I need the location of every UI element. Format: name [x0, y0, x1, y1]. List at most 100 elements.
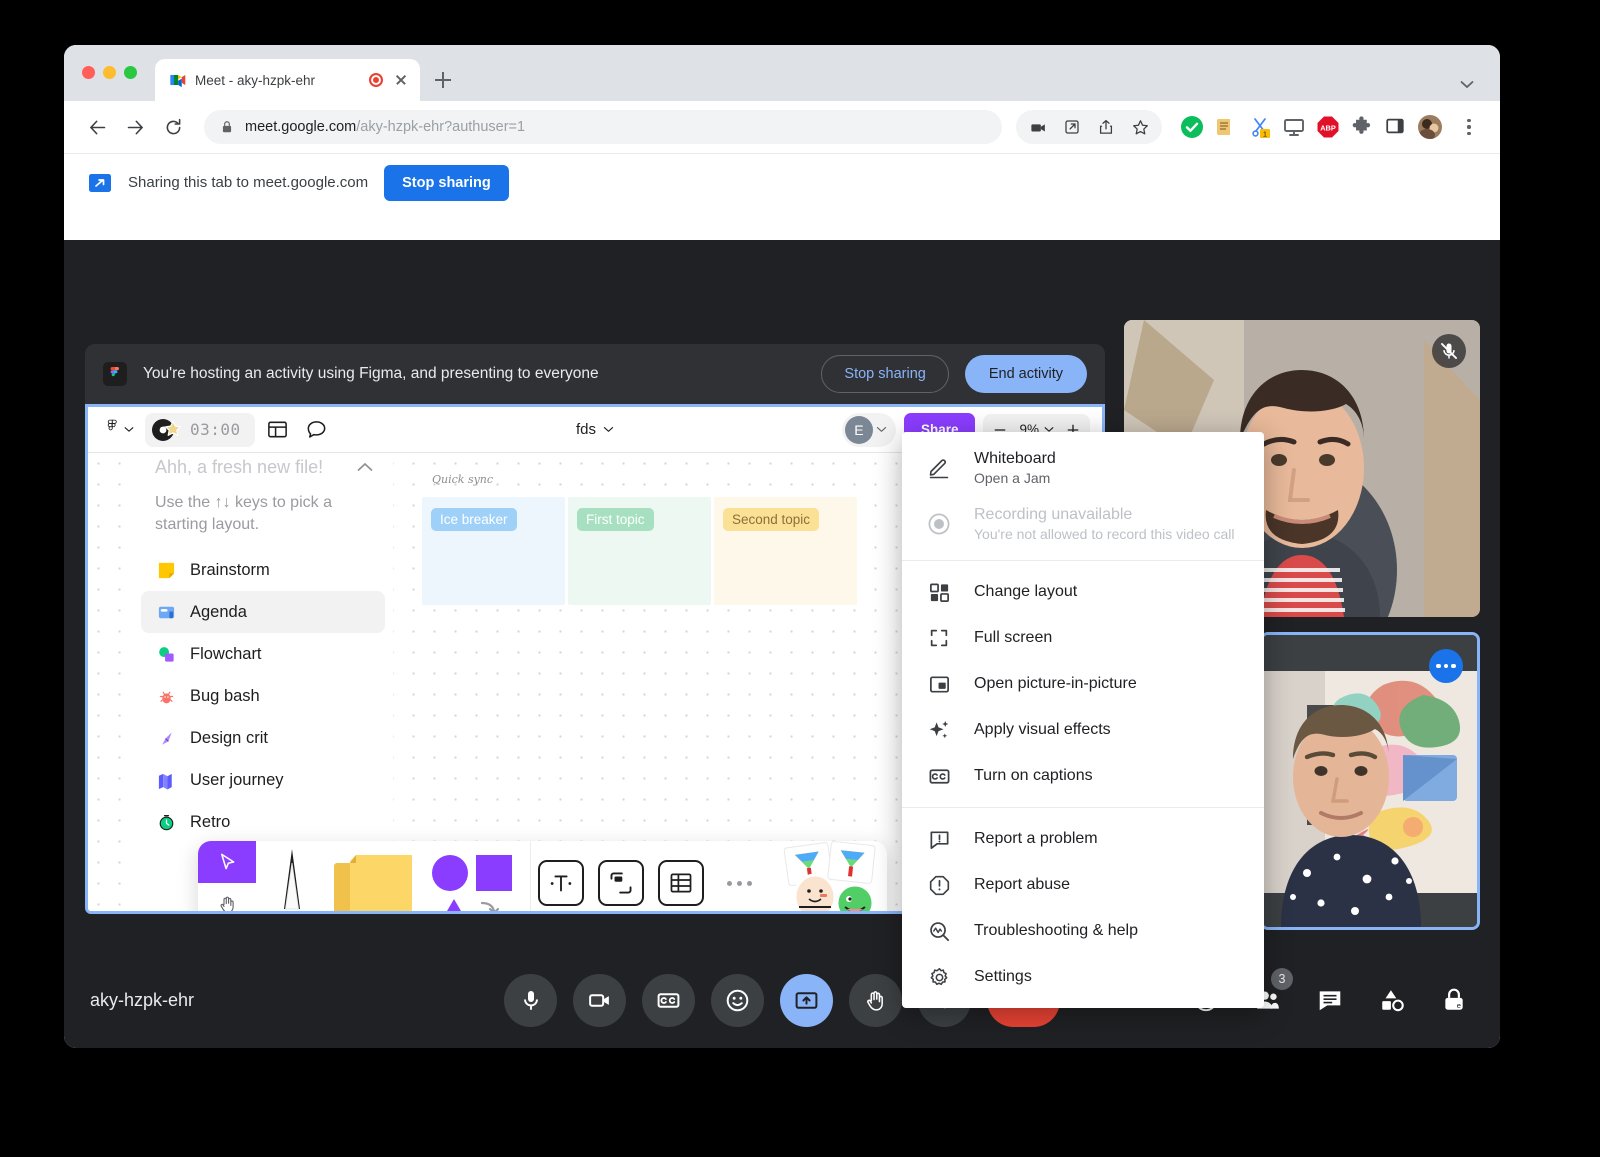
- figma-comment-bubble-icon[interactable]: [300, 414, 333, 446]
- notebook-extension-icon[interactable]: [1214, 115, 1238, 139]
- checkmark-green-extension-icon[interactable]: [1180, 115, 1204, 139]
- banner-end-activity-button[interactable]: End activity: [965, 355, 1087, 393]
- browser-tab[interactable]: Meet - aky-hzpk-ehr: [155, 59, 420, 101]
- figma-timer-widget[interactable]: 03:00: [145, 413, 255, 447]
- menu-item-full-screen[interactable]: Full screen: [902, 615, 1264, 661]
- text-tool[interactable]: [538, 860, 584, 906]
- menu-item-whiteboard[interactable]: Whiteboard Open a Jam: [902, 440, 1264, 496]
- omnibox-actions: [1016, 110, 1162, 144]
- layout-item-bug-bash[interactable]: Bug bash: [141, 675, 385, 717]
- layout-item-design-crit[interactable]: Design crit: [141, 717, 385, 759]
- layout-item-agenda[interactable]: Agenda: [141, 591, 385, 633]
- topic-column-2[interactable]: First topic: [568, 497, 711, 605]
- back-button[interactable]: [80, 110, 114, 144]
- menu-item-recording: Recording unavailable You're not allowed…: [902, 496, 1264, 552]
- stop-sharing-button[interactable]: Stop sharing: [384, 165, 509, 201]
- panel-title: Ahh, a fresh new file!: [133, 457, 393, 478]
- url-text: meet.google.com/aky-hzpk-ehr?authuser=1: [245, 119, 525, 135]
- layout-item-flowchart[interactable]: Flowchart: [141, 633, 385, 675]
- reload-button[interactable]: [156, 110, 190, 144]
- video-icon[interactable]: [1022, 111, 1054, 143]
- figma-filename[interactable]: fds: [576, 421, 596, 438]
- recording-dot-icon[interactable]: [369, 73, 383, 87]
- more-tools-button[interactable]: [711, 841, 767, 911]
- avatar[interactable]: E: [845, 416, 873, 444]
- scissors-extension-icon[interactable]: 1: [1248, 115, 1272, 139]
- raise-hand-button[interactable]: [849, 974, 902, 1027]
- topic-column-1[interactable]: Ice breaker: [422, 497, 565, 605]
- close-tab-icon[interactable]: [392, 71, 410, 89]
- participant-tile-2[interactable]: [1260, 632, 1480, 930]
- reactions-button[interactable]: [711, 974, 764, 1027]
- topic-column-3[interactable]: Second topic: [714, 497, 857, 605]
- stickers-tool[interactable]: 5:00: [767, 841, 887, 911]
- shapes-tool[interactable]: [420, 841, 530, 911]
- figma-layout-grid-icon[interactable]: [261, 414, 294, 446]
- chevron-up-icon[interactable]: [357, 459, 373, 469]
- board-label: Quick sync: [432, 473, 493, 486]
- bug-icon: [155, 685, 177, 707]
- menu-item-visual-effects[interactable]: Apply visual effects: [902, 707, 1264, 753]
- figma-menu-button[interactable]: [100, 414, 139, 446]
- address-bar[interactable]: meet.google.com/aky-hzpk-ehr?authuser=1: [204, 110, 1002, 144]
- menu-item-captions[interactable]: Turn on captions: [902, 753, 1264, 799]
- maximize-window-button[interactable]: [124, 66, 137, 79]
- layout-item-user-journey[interactable]: User journey: [141, 759, 385, 801]
- open-in-new-icon[interactable]: [1056, 111, 1088, 143]
- menu-item-label: Report abuse: [974, 876, 1070, 894]
- banner-stop-sharing-button[interactable]: Stop sharing: [821, 355, 948, 393]
- menu-item-text: Report a problem: [974, 830, 1098, 848]
- table-tool[interactable]: [658, 860, 704, 906]
- more-options-icon[interactable]: [1429, 649, 1463, 683]
- menu-item-sublabel: Open a Jam: [974, 470, 1056, 486]
- puzzle-extension-icon[interactable]: [1350, 115, 1374, 139]
- adblock-plus-extension-icon[interactable]: ABP: [1316, 115, 1340, 139]
- browser-menu-button[interactable]: [1454, 112, 1484, 142]
- fullscreen-icon: [926, 625, 952, 651]
- menu-item-label: Whiteboard: [974, 450, 1056, 468]
- menu-item-picture-in-picture[interactable]: Open picture-in-picture: [902, 661, 1264, 707]
- menu-item-settings[interactable]: Settings: [902, 954, 1264, 1000]
- minimize-window-button[interactable]: [103, 66, 116, 79]
- layout-item-brainstorm[interactable]: Brainstorm: [141, 549, 385, 591]
- new-tab-button[interactable]: [426, 63, 460, 97]
- camera-button[interactable]: [573, 974, 626, 1027]
- menu-item-text: Open picture-in-picture: [974, 675, 1137, 693]
- menu-item-report-problem[interactable]: Report a problem: [902, 816, 1264, 862]
- menu-item-text: Settings: [974, 968, 1032, 986]
- chevron-down-icon: [876, 426, 887, 433]
- figjam-toolbar: 5:00: [198, 841, 887, 911]
- extensions-area: 1 ABP: [1180, 115, 1442, 139]
- section-tool[interactable]: [598, 860, 644, 906]
- menu-item-sublabel: You're not allowed to record this video …: [974, 526, 1235, 542]
- captions-button[interactable]: [642, 974, 695, 1027]
- layout-item-retro[interactable]: Retro: [141, 801, 385, 843]
- pen-tool[interactable]: [256, 841, 328, 911]
- desktop-extension-icon[interactable]: [1282, 115, 1306, 139]
- forward-button[interactable]: [118, 110, 152, 144]
- activities-button[interactable]: [1372, 980, 1412, 1020]
- hand-tool[interactable]: [198, 883, 256, 911]
- menu-item-troubleshooting[interactable]: Troubleshooting & help: [902, 908, 1264, 954]
- profile-avatar[interactable]: [1418, 115, 1442, 139]
- topic-chip[interactable]: First topic: [577, 508, 654, 531]
- share-icon[interactable]: [1090, 111, 1122, 143]
- bookmark-star-icon[interactable]: [1124, 111, 1156, 143]
- menu-item-change-layout[interactable]: Change layout: [902, 569, 1264, 615]
- figma-collaborators[interactable]: E: [842, 413, 896, 447]
- host-controls-button[interactable]: e: [1434, 980, 1474, 1020]
- topic-chip[interactable]: Ice breaker: [431, 508, 517, 531]
- menu-item-report-abuse[interactable]: Report abuse: [902, 862, 1264, 908]
- chevron-down-icon[interactable]: [1460, 76, 1474, 85]
- chat-button[interactable]: [1310, 980, 1350, 1020]
- record-circle-icon: [926, 511, 952, 537]
- present-button[interactable]: [780, 974, 833, 1027]
- side-panel-icon[interactable]: [1384, 115, 1408, 139]
- close-window-button[interactable]: [82, 66, 95, 79]
- sticky-note-tool[interactable]: [328, 841, 420, 911]
- chevron-down-icon[interactable]: [603, 426, 614, 433]
- cursor-tool[interactable]: [198, 841, 256, 883]
- topic-chip[interactable]: Second topic: [723, 508, 819, 531]
- microphone-button[interactable]: [504, 974, 557, 1027]
- flowchart-shapes-icon: [155, 643, 177, 665]
